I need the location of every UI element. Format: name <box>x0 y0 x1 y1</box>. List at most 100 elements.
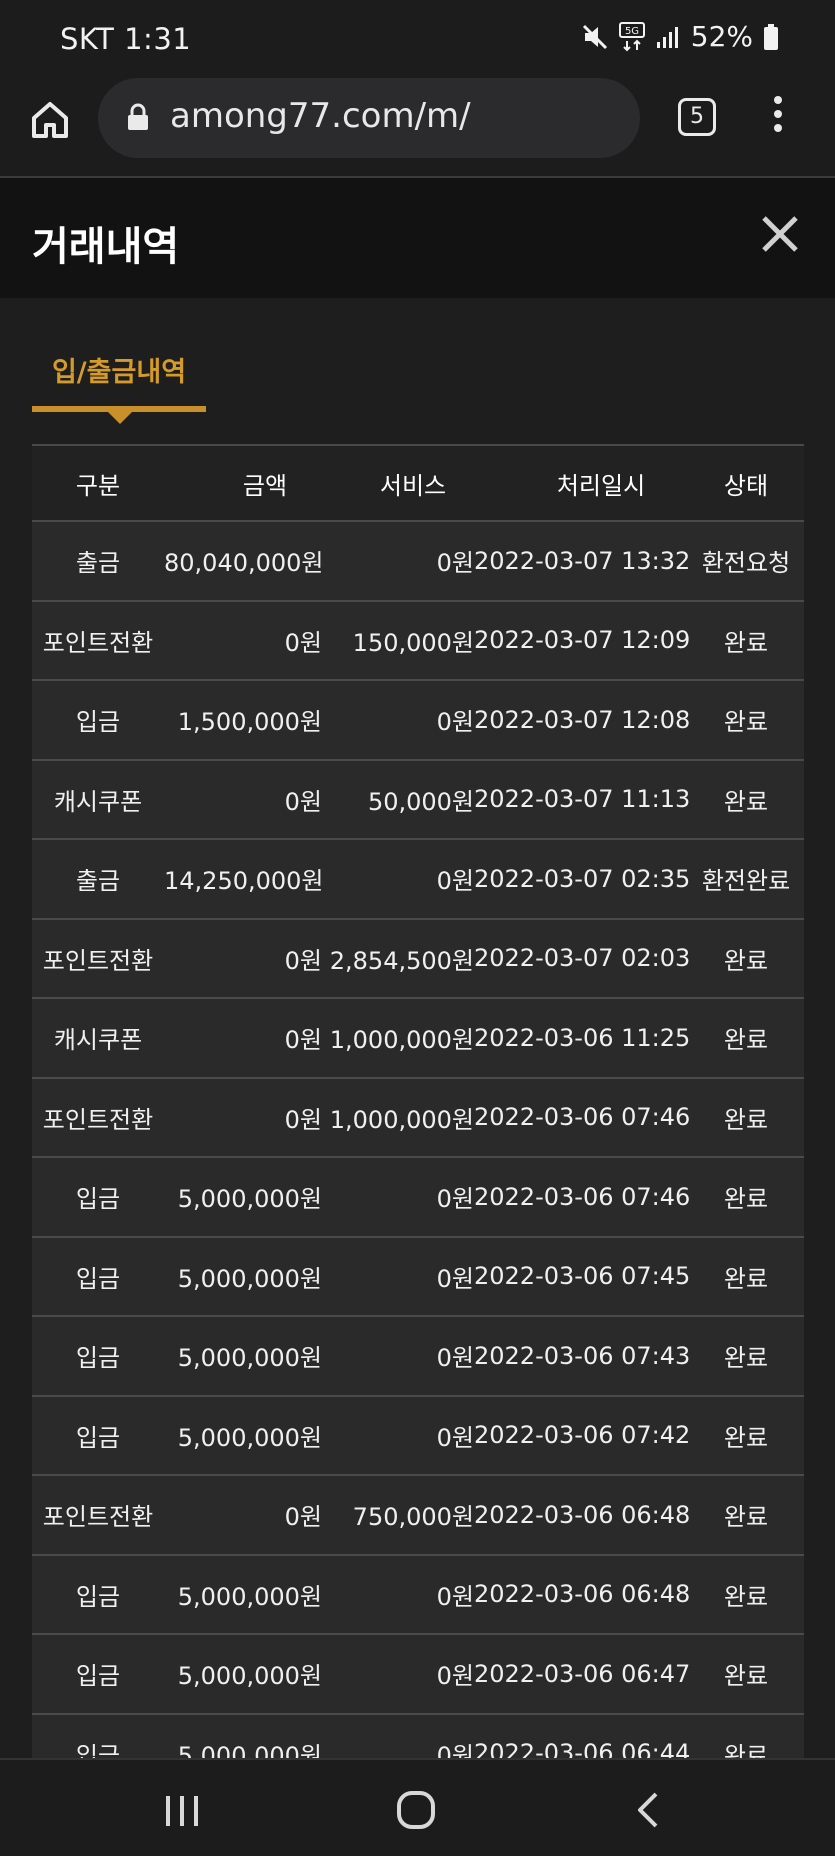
header-amount: 금액 <box>242 471 288 500</box>
row-amount: 14,250,000원 <box>164 867 324 896</box>
header-datetime: 처리일시 <box>556 471 646 500</box>
row-datetime: 2022-03-06 07:46 <box>474 1182 691 1211</box>
svg-text:5G: 5G <box>625 26 639 37</box>
row-status: 완료 <box>723 628 769 657</box>
transaction-table: 구분 금액 서비스 처리일시 상태 출금 80,040,000원 0원 2022-03… <box>32 444 804 1794</box>
tab-deposit-withdrawal[interactable]: 입/출금내역 <box>32 348 206 424</box>
row-status: 완료 <box>723 708 769 737</box>
table-body: 출금 80,040,000원 0원 2022-03-07 13:32 환전요청 포인트전환… <box>32 522 804 1794</box>
tab-caret-icon <box>108 412 132 424</box>
row-datetime: 2022-03-06 07:46 <box>474 1103 691 1132</box>
page-header: 거래내역 <box>0 178 835 298</box>
address-bar[interactable]: among77.com/m/ <box>98 78 640 158</box>
table-row: 입금 5,000,000원 0원 2022-03-06 06:48 완료 <box>32 1555 804 1635</box>
row-status: 완료 <box>723 1423 769 1452</box>
row-amount: 0원 <box>284 1026 322 1055</box>
content-area: 입/출금내역 구분 금액 서비스 처리일시 상태 출금 80,040,000원 0원… <box>0 298 835 1794</box>
row-service: 2,854,500원 <box>329 946 474 975</box>
row-status: 완료 <box>723 946 769 975</box>
row-amount: 5,000,000원 <box>177 1264 322 1293</box>
table-row: 캐시쿠폰 0원 50,000원 2022-03-07 11:13 완료 <box>32 760 804 840</box>
row-type: 캐시쿠폰 <box>53 1026 143 1055</box>
row-status: 완료 <box>723 1105 769 1134</box>
row-status: 완료 <box>723 787 769 816</box>
row-status: 환전완료 <box>701 867 791 896</box>
header-service: 서비스 <box>379 471 447 500</box>
row-service: 0원 <box>436 708 474 737</box>
row-type: 포인트전환 <box>42 1503 154 1532</box>
row-amount: 5,000,000원 <box>177 1662 322 1691</box>
row-type: 입금 <box>75 1185 121 1214</box>
row-datetime: 2022-03-07 02:03 <box>474 944 691 973</box>
system-nav-bar <box>0 1758 835 1856</box>
row-type: 입금 <box>75 708 121 737</box>
row-amount: 80,040,000원 <box>164 549 324 578</box>
nav-home-icon[interactable] <box>396 1790 436 1830</box>
row-service: 750,000원 <box>352 1503 474 1532</box>
row-status: 완료 <box>723 1662 769 1691</box>
carrier-time: SKT 1:31 <box>60 22 192 56</box>
table-row: 입금 5,000,000원 0원 2022-03-06 07:43 완료 <box>32 1317 804 1397</box>
recent-apps-icon[interactable] <box>162 1792 202 1830</box>
table-row: 출금 80,040,000원 0원 2022-03-07 13:32 환전요청 <box>32 522 804 602</box>
table-row: 입금 5,000,000원 0원 2022-03-06 07:42 완료 <box>32 1396 804 1476</box>
row-service: 150,000원 <box>352 628 474 657</box>
row-amount: 0원 <box>284 946 322 975</box>
row-type: 입금 <box>75 1344 121 1373</box>
row-status: 완료 <box>723 1344 769 1373</box>
table-header: 구분 금액 서비스 처리일시 상태 <box>32 444 804 522</box>
row-service: 0원 <box>436 1344 474 1373</box>
table-row: 포인트전환 0원 1,000,000원 2022-03-06 07:46 완료 <box>32 1078 804 1158</box>
row-amount: 5,000,000원 <box>177 1185 322 1214</box>
row-datetime: 2022-03-06 07:45 <box>474 1262 691 1291</box>
tab-label: 입/출금내역 <box>51 357 187 388</box>
header-type: 구분 <box>75 471 121 500</box>
row-type: 포인트전환 <box>42 628 154 657</box>
row-amount: 0원 <box>284 1503 322 1532</box>
lock-icon <box>128 103 148 130</box>
tabs-button[interactable]: 5 <box>678 98 716 136</box>
row-status: 완료 <box>723 1264 769 1293</box>
row-service: 0원 <box>436 1582 474 1611</box>
row-type: 출금 <box>75 867 121 896</box>
row-service: 0원 <box>436 1423 474 1452</box>
row-amount: 5,000,000원 <box>177 1582 322 1611</box>
table-row: 입금 5,000,000원 0원 2022-03-06 07:45 완료 <box>32 1237 804 1317</box>
row-amount: 0원 <box>284 787 322 816</box>
row-datetime: 2022-03-07 13:32 <box>474 546 691 575</box>
table-row: 입금 1,500,000원 0원 2022-03-07 12:08 완료 <box>32 681 804 761</box>
row-service: 0원 <box>436 549 474 578</box>
row-status: 완료 <box>723 1026 769 1055</box>
row-status: 완료 <box>723 1582 769 1611</box>
more-menu-icon[interactable] <box>772 96 784 136</box>
row-service: 50,000원 <box>367 787 474 816</box>
home-icon[interactable] <box>28 98 72 142</box>
signal-icon <box>656 26 678 48</box>
table-row: 캐시쿠폰 0원 1,000,000원 2022-03-06 11:25 완료 <box>32 999 804 1079</box>
row-type: 입금 <box>75 1264 121 1293</box>
table-row: 포인트전환 0원 750,000원 2022-03-06 06:48 완료 <box>32 1476 804 1556</box>
close-icon[interactable] <box>758 212 802 256</box>
5g-icon: 5G <box>618 21 645 51</box>
status-icons: 5G 52% <box>581 20 779 53</box>
header-status: 상태 <box>723 471 769 500</box>
table-row: 포인트전환 0원 2,854,500원 2022-03-07 02:03 완료 <box>32 919 804 999</box>
table-row: 포인트전환 0원 150,000원 2022-03-07 12:09 완료 <box>32 601 804 681</box>
row-service: 1,000,000원 <box>329 1026 474 1055</box>
mute-icon <box>582 24 607 49</box>
row-datetime: 2022-03-06 06:48 <box>474 1500 691 1529</box>
back-icon[interactable] <box>636 1790 660 1830</box>
url-text[interactable]: among77.com/m/ <box>170 96 471 136</box>
row-datetime: 2022-03-07 12:08 <box>474 705 691 734</box>
row-service: 1,000,000원 <box>329 1105 474 1134</box>
row-type: 캐시쿠폰 <box>53 787 143 816</box>
row-datetime: 2022-03-07 11:13 <box>474 785 691 814</box>
battery-icon <box>764 23 778 50</box>
row-type: 출금 <box>75 549 121 578</box>
page-title: 거래내역 <box>32 224 180 270</box>
row-amount: 1,500,000원 <box>177 708 322 737</box>
row-status: 완료 <box>723 1503 769 1532</box>
browser-toolbar: among77.com/m/ 5 <box>0 78 835 178</box>
table-row: 출금 14,250,000원 0원 2022-03-07 02:35 환전완료 <box>32 840 804 920</box>
row-datetime: 2022-03-07 12:09 <box>474 626 691 655</box>
